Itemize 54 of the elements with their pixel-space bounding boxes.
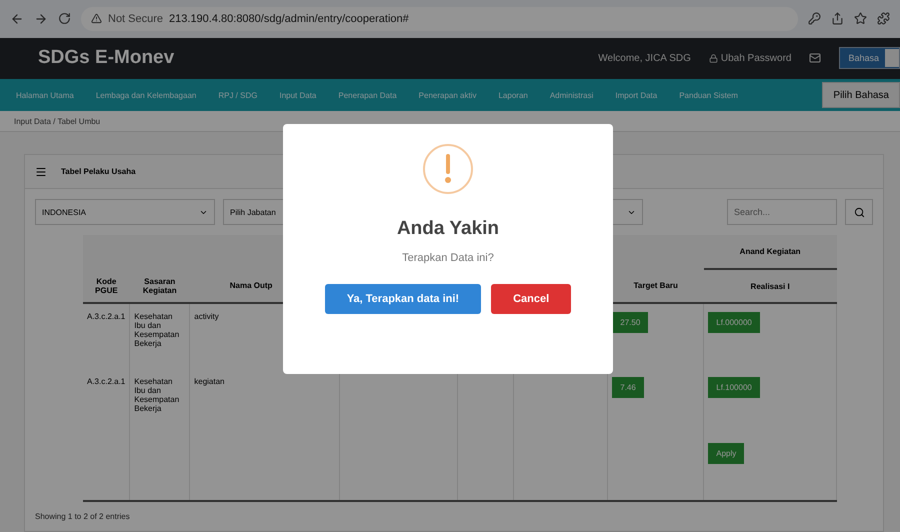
- dialog-title: Anda Yakin: [396, 218, 500, 240]
- entries-info: Showing 1 to 2 of 2 entries: [34, 511, 131, 524]
- key-icon[interactable]: [808, 12, 821, 26]
- country-select[interactable]: INDONESIA: [35, 199, 215, 226]
- table-cell: Kesehatan Ibu dan Kesempatan Bekerja: [130, 369, 190, 436]
- realisation-button[interactable]: Lf.000000: [708, 312, 760, 334]
- reload-icon[interactable]: [58, 12, 71, 26]
- dialog-message: Terapkan Data ini?: [402, 252, 494, 264]
- nav-item[interactable]: Penerapan Data: [338, 90, 397, 100]
- nav-item[interactable]: Halaman Utama: [16, 90, 74, 100]
- target-button[interactable]: 7.46: [612, 377, 644, 398]
- table-cell: Kesehatan Ibu dan Kesempatan Bekerja: [130, 303, 190, 370]
- search-button[interactable]: [845, 199, 873, 226]
- table-cell: A.3.c.2.a.1: [83, 303, 130, 370]
- realisation-button[interactable]: Lf.100000: [708, 377, 760, 398]
- column-header: Kode PGUE: [83, 269, 130, 304]
- confirm-button[interactable]: Ya, Terapkan data ini!: [324, 284, 482, 314]
- star-icon[interactable]: [854, 12, 867, 26]
- apply-button[interactable]: Apply: [708, 443, 744, 464]
- language-button[interactable]: Pilih Bahasa: [822, 82, 900, 108]
- nav-item[interactable]: Lembaga dan Kelembagaan: [96, 90, 196, 100]
- app-title: SDGs E-Monev: [38, 47, 176, 70]
- nav-item[interactable]: Import Data: [615, 90, 658, 100]
- cancel-button[interactable]: Cancel: [491, 284, 572, 314]
- nav-item[interactable]: Panduan Sistem: [679, 90, 738, 100]
- table-cell: A.3.c.2.a.1: [83, 369, 130, 436]
- nav-item[interactable]: Administrasi: [550, 90, 594, 100]
- password-link[interactable]: Ubah Password: [708, 52, 792, 64]
- menu-icon[interactable]: [35, 166, 47, 178]
- breadcrumb: Input Data / Tabel Umbu: [14, 116, 100, 126]
- nav-item[interactable]: Input Data: [279, 90, 316, 100]
- warning-icon: [91, 13, 102, 24]
- search-field[interactable]: Search...: [727, 199, 837, 226]
- back-icon[interactable]: [10, 12, 24, 26]
- column-group-header: Anand Kegiatan: [704, 235, 836, 270]
- security-label: Not Secure: [108, 12, 164, 25]
- share-icon[interactable]: [831, 12, 844, 26]
- lock-icon: [708, 54, 718, 63]
- nav-item[interactable]: RPJ / SDG: [218, 90, 258, 100]
- puzzle-icon[interactable]: [877, 12, 890, 26]
- column-header: Realisasi I: [704, 269, 836, 304]
- language-toggle[interactable]: Bahasa: [839, 47, 900, 70]
- panel-title: Tabel Pelaku Usaha: [61, 167, 136, 176]
- address-bar[interactable]: Not Secure 213.190.4.80:8080/sdg/admin/entry/cooperation#: [81, 6, 798, 31]
- mail-icon[interactable]: [809, 52, 822, 64]
- search-icon: [854, 206, 864, 218]
- forward-icon[interactable]: [34, 12, 48, 26]
- nav-item[interactable]: Laporan: [498, 90, 528, 100]
- warning-icon: [423, 144, 473, 194]
- column-header: Sasaran Kegiatan: [130, 269, 190, 304]
- url-text: 213.190.4.80:8080/sdg/admin/entry/cooperation#: [169, 12, 409, 25]
- target-button[interactable]: 27.50: [612, 312, 648, 334]
- welcome-text: Welcome, JICA SDG: [598, 52, 691, 64]
- nav-item[interactable]: Penerapan aktiv: [418, 90, 476, 100]
